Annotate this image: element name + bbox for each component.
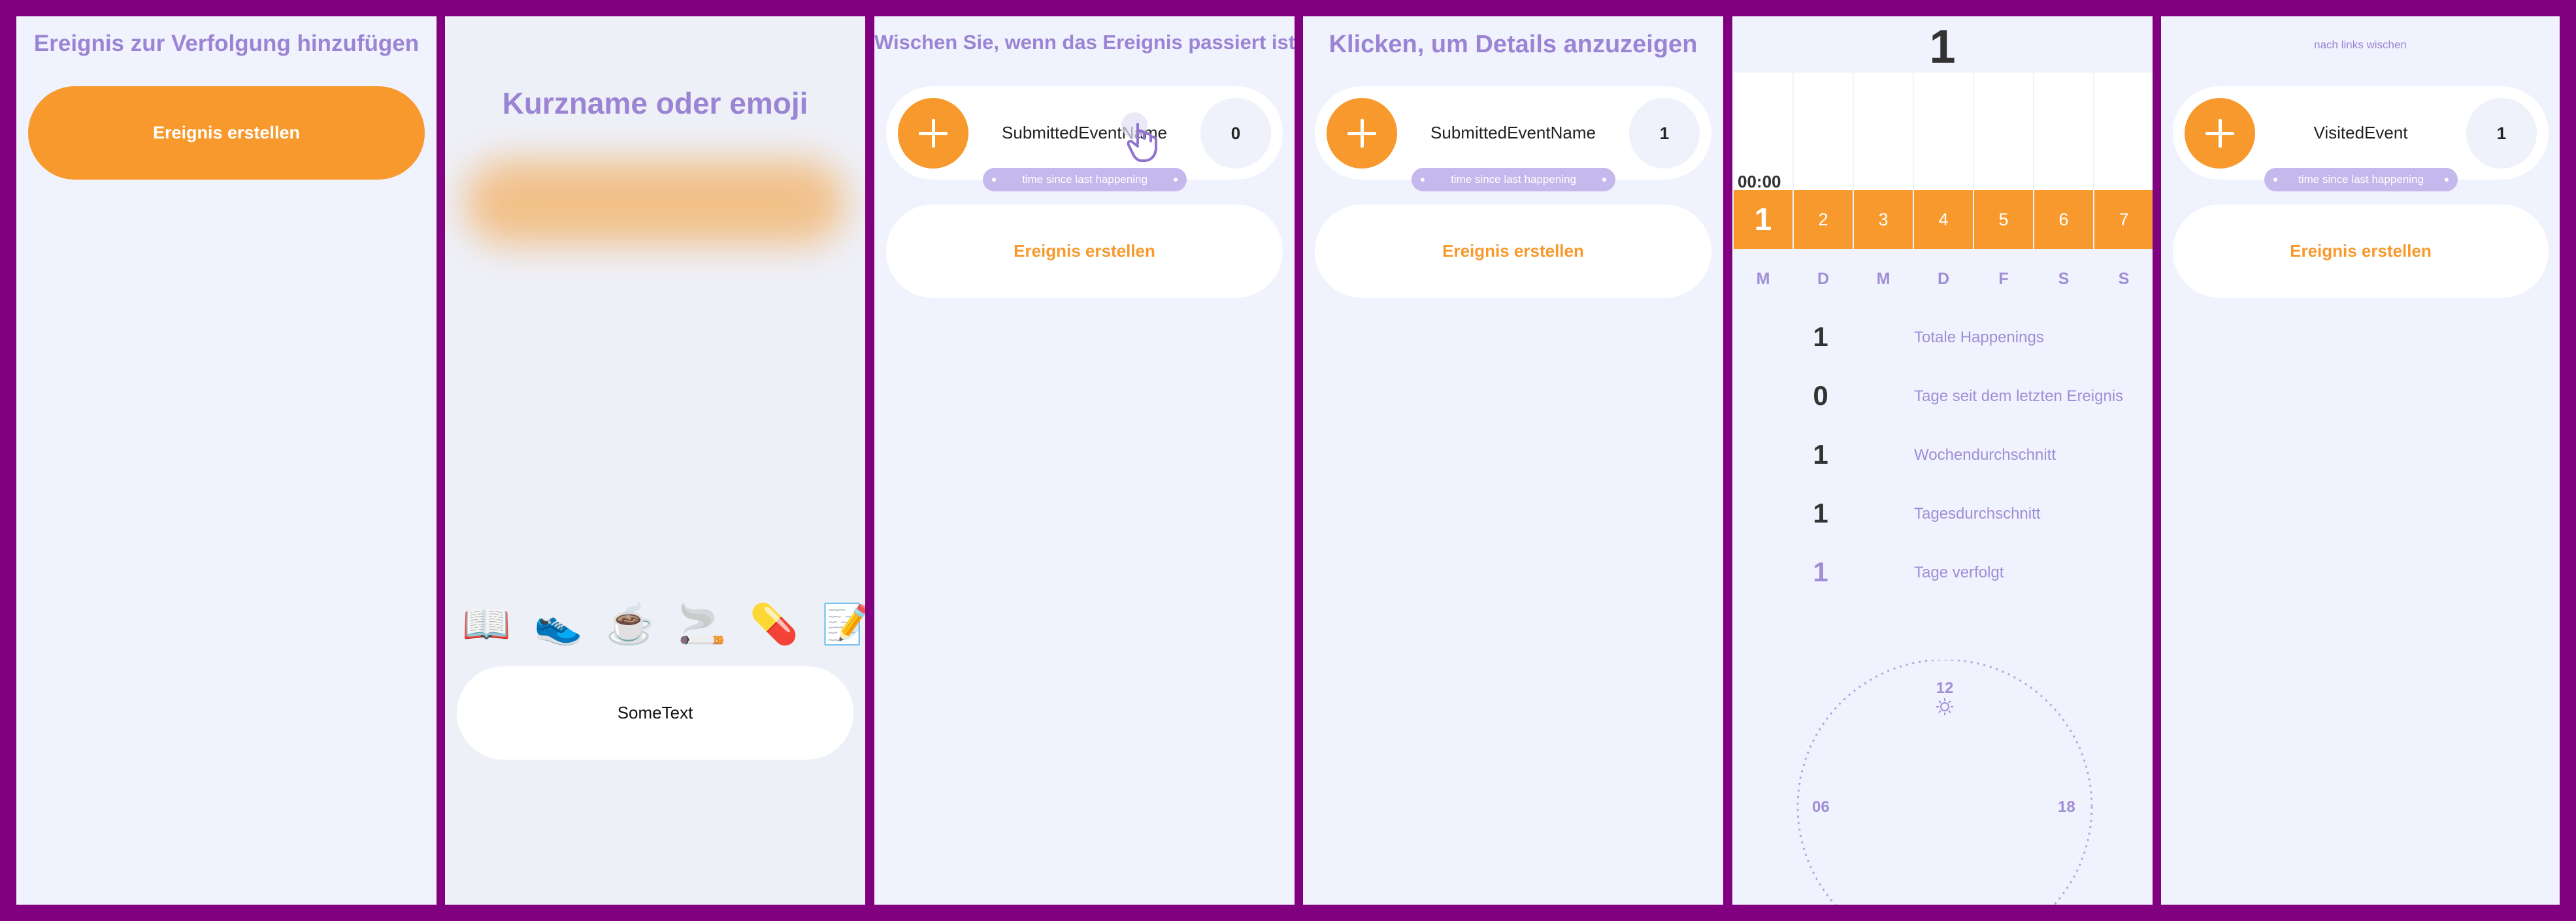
total-count-heading: 1 [1929, 21, 1956, 73]
day-box[interactable]: 6 [2034, 190, 2093, 249]
bar-column [1914, 73, 1973, 190]
create-event-button[interactable]: Ereignis erstellen [28, 86, 425, 180]
weekday-label: S [2058, 270, 2070, 288]
stat-label: Tage seit dem letzten Ereignis [1914, 387, 2124, 405]
weekday-label: S [2118, 270, 2130, 288]
page-title: Ereignis zur Verfolgung hinzufügen [33, 31, 420, 56]
weekday-label: D [1937, 270, 1950, 288]
page-title: Wischen Sie, wenn das Ereignis passiert … [874, 31, 1295, 54]
bar-column [1794, 73, 1853, 190]
day-box[interactable]: 3 [1854, 190, 1913, 249]
day-box[interactable]: 5 [1974, 190, 2033, 249]
event-card[interactable]: SubmittedEventName 1 [1315, 86, 1711, 180]
screen-event-details: 1 00:00 1 2 3 4 5 6 7 M D M D F S S 1 To… [1732, 16, 2153, 905]
create-event-button[interactable]: Ereignis erstellen [2173, 204, 2549, 298]
swipe-hand-icon [1121, 112, 1157, 162]
cigarette-emoji-option[interactable]: 🚬 [678, 601, 727, 647]
sun-icon [1936, 698, 1953, 715]
clock-dial: 12 06 18 [1796, 660, 2093, 905]
time-label: 00:00 [1738, 172, 1781, 191]
stat-label: Tage verfolgt [1914, 564, 2004, 581]
create-event-button[interactable]: Ereignis erstellen [1315, 204, 1711, 298]
blurred-input-preview [465, 160, 846, 245]
shortname-input[interactable]: SomeText [457, 666, 853, 760]
plus-icon[interactable] [2185, 98, 2255, 169]
screen-click-details: Klicken, um Details anzuzeigen Submitted… [1303, 16, 1723, 905]
shortname-input-value: SomeText [617, 703, 693, 722]
weekday-label: F [1998, 270, 2009, 288]
event-card[interactable]: SubmittedEventName 0 [886, 86, 1283, 180]
clock-06-label: 06 [1812, 798, 1830, 816]
clock-12-label: 12 [1936, 679, 1954, 697]
screen-swipe-left: nach links wischen VisitedEvent 1 time s… [2161, 16, 2560, 905]
bar-column [1974, 73, 2033, 190]
day-box[interactable]: 7 [2094, 190, 2153, 249]
stat-value: 1 [1813, 557, 1828, 587]
swipe-hint: nach links wischen [2314, 39, 2407, 51]
clock-18-label: 18 [2058, 798, 2075, 816]
screen-add-event: Ereignis zur Verfolgung hinzufügen Ereig… [16, 16, 437, 905]
time-since-chip: time since last happening [1412, 168, 1615, 191]
pill-emoji-option[interactable]: 💊 [750, 601, 799, 647]
event-count: 1 [1629, 98, 1700, 169]
event-name: SubmittedEventName [1430, 123, 1596, 142]
screen-shortname-emoji: Kurzname oder emoji 📖 👟 ☕ 🚬 💊 📝 SomeText [445, 16, 865, 905]
week-bar-chart: 00:00 1 2 3 4 5 6 7 [1732, 73, 2153, 249]
day-box[interactable]: 4 [1914, 190, 1973, 249]
stat-value: 0 [1813, 380, 1828, 411]
bar-column [2094, 73, 2153, 190]
stat-label: Totale Happenings [1914, 329, 2044, 346]
coffee-emoji-option[interactable]: ☕ [606, 601, 655, 647]
plus-icon[interactable] [898, 98, 968, 169]
stat-value: 1 [1813, 321, 1828, 352]
book-emoji-option[interactable]: 📖 [462, 601, 511, 647]
screen-swipe-event: Wischen Sie, wenn das Ereignis passiert … [874, 16, 1295, 905]
time-since-chip: time since last happening [983, 168, 1187, 191]
stat-value: 1 [1813, 439, 1828, 470]
day-box[interactable]: 2 [1794, 190, 1853, 249]
event-card[interactable]: VisitedEvent 1 [2173, 86, 2549, 180]
time-since-chip: time since last happening [2264, 168, 2458, 191]
day-box[interactable]: 1 [1734, 190, 1792, 249]
stat-label: Tagesdurchschnitt [1914, 505, 2041, 523]
time-since-label: time since last happening [2298, 173, 2424, 186]
shoe-emoji-option[interactable]: 👟 [534, 601, 583, 647]
weekday-label: D [1817, 270, 1830, 288]
event-name: VisitedEvent [2313, 123, 2408, 142]
time-since-label: time since last happening [1022, 173, 1148, 186]
weekday-label: M [1876, 270, 1891, 288]
time-since-label: time since last happening [1451, 173, 1576, 186]
page-title: Kurzname oder emoji [502, 86, 808, 120]
memo-emoji-option[interactable]: 📝 [821, 601, 865, 647]
bar-column [1854, 73, 1913, 190]
plus-icon[interactable] [1327, 98, 1397, 169]
stat-value: 1 [1813, 498, 1828, 528]
weekday-label: M [1756, 270, 1770, 288]
event-count: 1 [2466, 98, 2537, 169]
bar-column [2034, 73, 2093, 190]
event-count: 0 [1200, 98, 1271, 169]
page-title: Klicken, um Details anzuzeigen [1329, 31, 1698, 58]
stat-label: Wochendurchschnitt [1914, 446, 2056, 464]
create-event-button[interactable]: Ereignis erstellen [886, 204, 1283, 298]
